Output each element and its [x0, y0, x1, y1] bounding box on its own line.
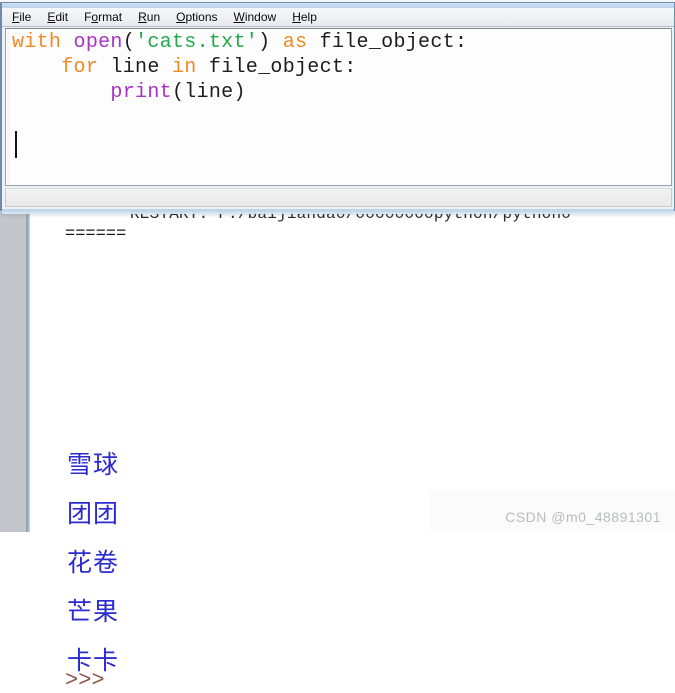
- desktop-background-strip: [0, 212, 27, 532]
- shell-output-line: 芒果: [67, 599, 120, 626]
- code-print-args: (line): [171, 81, 246, 104]
- text-cursor-caret: [15, 131, 17, 158]
- menu-item-run[interactable]: Run: [138, 10, 160, 24]
- code-paren-open: (: [122, 31, 136, 54]
- code-keyword-with: with: [12, 31, 62, 54]
- code-paren-close: ): [258, 31, 271, 54]
- shell-prompt[interactable]: >>>: [65, 668, 105, 693]
- screen-root: RESTART: F:/baijianda0/00000000python/py…: [0, 0, 675, 693]
- code-editor-area[interactable]: with open('cats.txt') as file_object: fo…: [5, 28, 672, 186]
- menu-item-format[interactable]: Format: [84, 10, 122, 24]
- code-var-file-object: file_object:: [208, 56, 357, 79]
- code-builtin-print: print: [110, 81, 172, 104]
- menu-item-edit[interactable]: Edit: [47, 10, 68, 24]
- window-shadow-edge: [2, 209, 674, 214]
- csdn-watermark: CSDN @m0_48891301: [505, 509, 661, 525]
- idle-editor-window[interactable]: File Edit Format Run Options Window Help…: [0, 2, 675, 214]
- code-var-line: line: [110, 56, 160, 79]
- code-keyword-for: for: [61, 56, 99, 79]
- code-var-file-object: file_object:: [319, 31, 468, 54]
- shell-output-line: 花卷: [67, 550, 120, 577]
- menu-item-file[interactable]: File: [12, 10, 31, 24]
- menu-item-window[interactable]: Window: [234, 10, 277, 24]
- editor-left-margin: [6, 29, 10, 185]
- editor-status-bar: [5, 188, 672, 207]
- menu-bar[interactable]: File Edit Format Run Options Window Help: [2, 8, 674, 27]
- code-keyword-as: as: [282, 31, 308, 54]
- python-shell-window[interactable]: RESTART: F:/baijianda0/00000000python/py…: [27, 205, 675, 693]
- code-string-filename: 'cats.txt': [135, 31, 259, 54]
- menu-item-options[interactable]: Options: [176, 10, 217, 24]
- menu-item-help[interactable]: Help: [292, 10, 317, 24]
- source-code-text[interactable]: with open('cats.txt') as file_object: fo…: [12, 30, 467, 105]
- code-builtin-open: open: [73, 31, 123, 54]
- code-keyword-in: in: [171, 56, 197, 79]
- shell-output-line: 雪球: [67, 452, 120, 479]
- shell-output-line: 团团: [67, 501, 120, 528]
- shell-separator-line: ======: [65, 225, 127, 244]
